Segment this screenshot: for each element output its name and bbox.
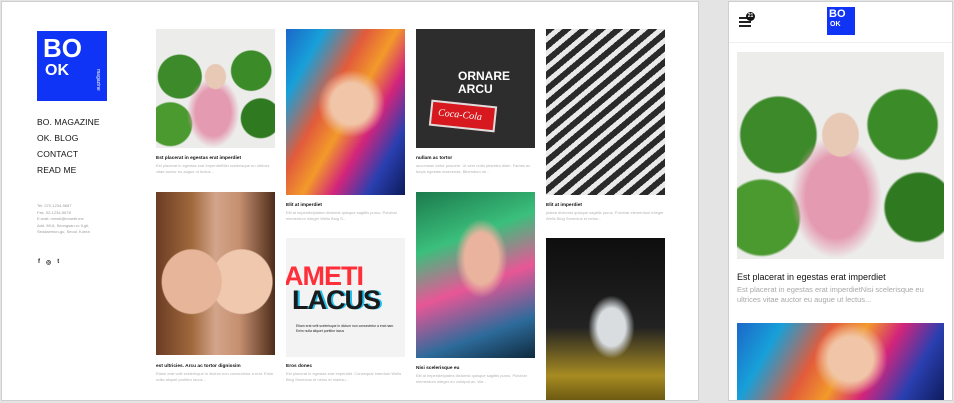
post-excerpt: Est placerat in egestas erat imperdiet. … — [286, 371, 402, 382]
post-image[interactable] — [737, 323, 944, 400]
logo-line-2: OK — [45, 62, 69, 79]
post-excerpt: Elit at imperdietplatea dictumst quisque… — [286, 210, 397, 221]
post-card[interactable]: Nisi scelerisque eu Elit at imperdietpla… — [416, 192, 535, 390]
post-card[interactable]: Elit at imperdiet platea dictumst quisqu… — [546, 29, 665, 231]
typo-caption: Etiam erat velit scelerisque in dictum n… — [296, 324, 395, 333]
post-title[interactable]: Est placerat in egestas erat imperdiet — [156, 156, 241, 161]
desktop-view: BO OK magazine BO. MAGAZINE OK. BLOG CON… — [1, 1, 699, 401]
post-card[interactable]: AMETI LACUS Etiam erat velit scelerisque… — [286, 238, 405, 390]
post-image[interactable] — [156, 192, 275, 355]
site-logo[interactable]: BO OK — [827, 7, 855, 35]
nav-item-read-me[interactable]: READ ME — [37, 165, 100, 175]
post-title[interactable]: Est placerat in egestas erat imperdiet — [737, 272, 886, 282]
contact-email: E-mail. mnwh@mnwth.me — [37, 216, 84, 221]
instagram-icon[interactable]: ◎ — [46, 259, 51, 266]
post-image[interactable] — [546, 29, 665, 195]
post-title[interactable]: nullam ac tortor — [416, 156, 452, 161]
mobile-view: 21 BO OK Est placerat in egestas erat im… — [728, 1, 953, 401]
post-image[interactable] — [286, 29, 405, 195]
post-excerpt: platea dictumst quisque sagittis purus. … — [546, 210, 664, 221]
logo-line-2: OK — [830, 21, 841, 28]
contact-info: Tel. 070-1234-5687 Fax. 02-1234-5678 E-m… — [37, 203, 90, 236]
facebook-icon[interactable]: f — [38, 259, 40, 266]
post-image[interactable]: AMETI LACUS Etiam erat velit scelerisque… — [286, 238, 405, 357]
post-title[interactable]: est ultricies. Arcu ac tortor dignissim — [156, 364, 241, 369]
post-card[interactable]: ORNARE ARCU Coca-Cola nullam ac tortor a… — [416, 29, 535, 184]
post-excerpt: Est placerat in egestas erat imperdietNi… — [156, 163, 270, 174]
poster-line-1: ORNARE — [458, 69, 511, 83]
contact-address-2: Seodaemun-gu, Seoul, Korea — [37, 229, 90, 234]
post-excerpt: Elit at imperdietplatea dictumst quisque… — [416, 373, 527, 384]
post-title[interactable]: Elit at imperdiet — [546, 203, 582, 208]
notification-badge[interactable]: 21 — [746, 12, 755, 21]
poster-brand: Coca-Cola — [437, 107, 483, 123]
logo-line-1: BO — [43, 33, 82, 63]
post-excerpt: accumsan tortor posuere. Ut sem nulla ph… — [416, 163, 531, 174]
post-excerpt: Est placerat in egestas erat imperdietNi… — [737, 285, 924, 304]
typo-line-2: LACUS — [292, 285, 381, 315]
nav-item-contact[interactable]: CONTACT — [37, 149, 100, 159]
post-image[interactable] — [737, 52, 944, 259]
social-links: f ◎ t — [38, 259, 59, 266]
post-title[interactable]: Nisi scelerisque eu — [416, 366, 459, 371]
post-card[interactable]: Est placerat in egestas erat imperdiet E… — [156, 29, 275, 184]
site-logo[interactable]: BO OK magazine — [37, 31, 107, 101]
logo-subtitle: magazine — [95, 69, 101, 91]
logo-line-1: BO — [829, 8, 846, 20]
poster-line-2: ARCU — [458, 82, 493, 96]
nav-item-bo-magazine[interactable]: BO. MAGAZINE — [37, 117, 100, 127]
main-nav: BO. MAGAZINE OK. BLOG CONTACT READ ME — [37, 117, 100, 175]
nav-item-ok-blog[interactable]: OK. BLOG — [37, 133, 100, 143]
post-title[interactable]: Eros donec — [286, 364, 312, 369]
post-card[interactable]: Elit at imperdiet Elit at imperdietplate… — [286, 29, 405, 233]
mobile-header: 21 BO OK — [729, 2, 952, 43]
post-image[interactable] — [156, 29, 275, 148]
poster-sign: Coca-Cola — [428, 99, 498, 133]
post-excerpt: Etiam erat velit scelerisque in dictum n… — [156, 371, 274, 382]
post-image[interactable] — [546, 238, 665, 400]
twitter-icon[interactable]: t — [57, 259, 59, 266]
post-image[interactable] — [416, 192, 535, 358]
post-card[interactable] — [546, 238, 665, 400]
post-card[interactable]: est ultricies. Arcu ac tortor dignissim … — [156, 192, 275, 388]
post-image[interactable]: ORNARE ARCU Coca-Cola — [416, 29, 535, 148]
post-title[interactable]: Elit at imperdiet — [286, 203, 322, 208]
